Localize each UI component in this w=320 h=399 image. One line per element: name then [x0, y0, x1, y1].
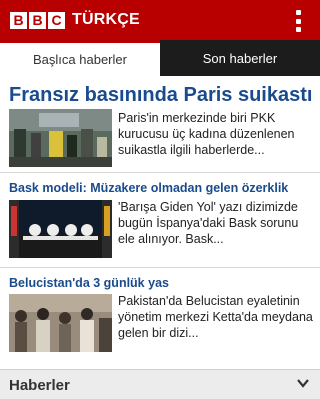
tab-bar: Başlıca haberler Son haberler: [0, 40, 320, 76]
lead-story-headline[interactable]: Fransız basınında Paris suikastı: [9, 84, 314, 106]
section-title: Haberler: [9, 377, 70, 394]
bbc-turkce-logo[interactable]: B B C TÜRKÇE: [10, 10, 140, 30]
logo-letter-c: C: [48, 11, 65, 29]
story-2-headline[interactable]: Bask modeli: Müzakere olmadan gelen özer…: [9, 181, 288, 196]
chevron-down-icon: [297, 379, 309, 388]
story-2-thumbnail[interactable]: [9, 200, 112, 258]
story-3-headline[interactable]: Belucistan'da 3 günlük yas: [9, 276, 169, 291]
story-divider: [0, 267, 320, 268]
story-2-summary[interactable]: 'Barışa Giden Yol' yazı dizimizde bugün …: [118, 199, 316, 247]
story-3-summary[interactable]: Pakistan'da Belucistan eyaletinin yöneti…: [118, 293, 316, 341]
service-name: TÜRKÇE: [72, 11, 140, 28]
logo-letter-b1: B: [10, 11, 27, 29]
app-header: B B C TÜRKÇE: [0, 0, 320, 40]
logo-letter-b2: B: [29, 11, 46, 29]
lead-story-thumbnail[interactable]: [9, 109, 112, 167]
story-3-thumbnail[interactable]: [9, 294, 112, 352]
story-divider: [0, 172, 320, 173]
news-section-header[interactable]: Haberler: [0, 369, 320, 399]
overflow-menu-icon[interactable]: [294, 10, 302, 32]
lead-story-summary[interactable]: Paris'in merkezinde biri PKK kurucusu üç…: [118, 110, 316, 158]
tab-latest-news[interactable]: Son haberler: [160, 40, 320, 76]
tab-top-stories[interactable]: Başlıca haberler: [0, 40, 160, 76]
